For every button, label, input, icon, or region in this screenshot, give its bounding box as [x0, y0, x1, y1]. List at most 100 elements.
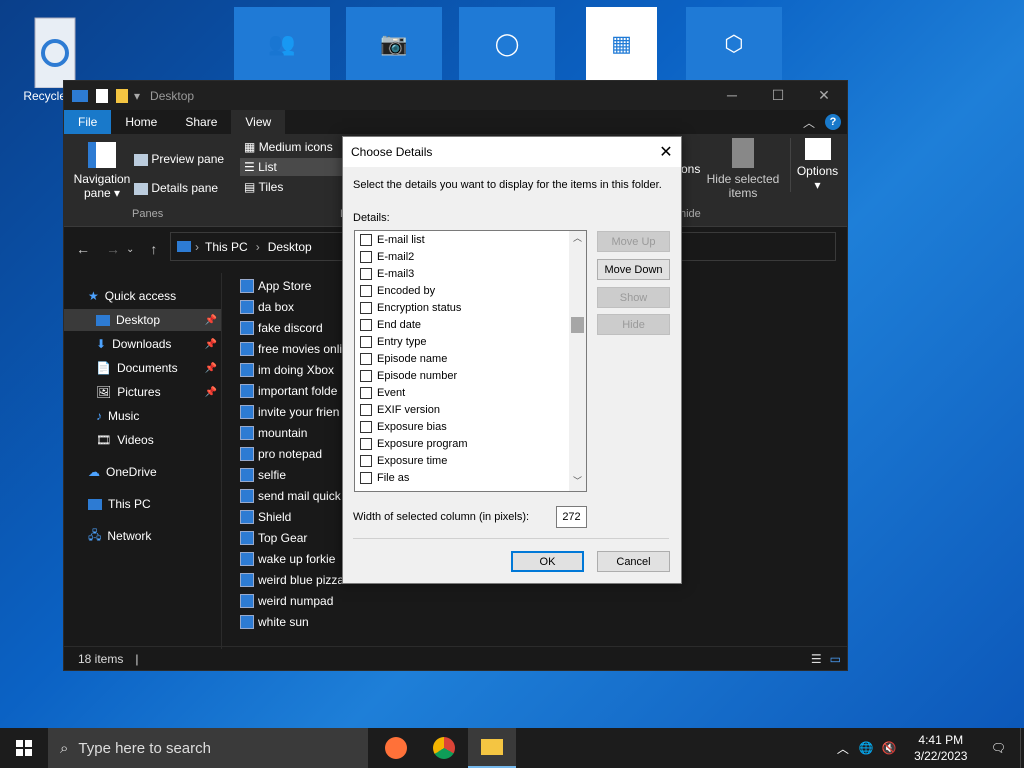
file-explorer-taskbar-button[interactable]	[468, 728, 516, 768]
show-button[interactable]: Show	[597, 287, 670, 308]
calculator-tile[interactable]: ▦	[586, 7, 657, 81]
hide-selected-items-button[interactable]: Hide selected items	[706, 138, 780, 200]
file-item[interactable]: im doing Xbox	[240, 359, 350, 380]
detail-item[interactable]: Encoded by	[355, 282, 586, 299]
volume-muted-icon[interactable]: 🔇	[878, 741, 901, 755]
pin-icon[interactable]: 📌	[205, 315, 217, 326]
detail-item[interactable]: Exposure time	[355, 452, 586, 469]
detail-checkbox[interactable]	[360, 403, 372, 416]
pin-icon[interactable]: 📌	[205, 387, 217, 398]
detail-item[interactable]: Exposure program	[355, 435, 586, 452]
qat-dropdown-icon[interactable]: ▾	[134, 89, 140, 103]
camera-tile[interactable]: 📷	[346, 7, 442, 81]
forward-arrow-icon[interactable]: →	[106, 241, 120, 257]
network-globe-icon[interactable]: 🌐	[855, 741, 878, 755]
detail-checkbox[interactable]	[360, 386, 372, 399]
file-item[interactable]: selfie	[240, 464, 350, 485]
details-scrollbar[interactable]: ︿ ﹀	[569, 231, 586, 491]
detail-checkbox[interactable]	[360, 352, 372, 365]
move-up-button[interactable]: Move Up	[597, 231, 670, 252]
detail-item[interactable]: Encryption status	[355, 299, 586, 316]
nav-pictures[interactable]: 🖼 Pictures 📌	[96, 381, 221, 403]
collapse-ribbon-icon[interactable]: ︿	[803, 114, 815, 131]
detail-checkbox[interactable]	[360, 250, 372, 263]
detail-checkbox[interactable]	[360, 267, 372, 280]
nav-desktop[interactable]: Desktop 📌	[64, 309, 221, 331]
cancel-button[interactable]: Cancel	[597, 551, 670, 572]
detail-item[interactable]: Exposure bias	[355, 418, 586, 435]
file-item[interactable]: mountain	[240, 422, 350, 443]
nav-music[interactable]: ♪ Music	[96, 405, 139, 427]
up-arrow-icon[interactable]: ↑	[150, 241, 157, 257]
nav-network[interactable]: 🖧 Network	[88, 525, 151, 547]
medium-icons-button[interactable]: ▦ Medium icons	[240, 138, 344, 156]
detail-item[interactable]: Episode name	[355, 350, 586, 367]
nav-downloads[interactable]: ⬇ Downloads 📌	[96, 333, 221, 355]
tab-file[interactable]: File	[64, 110, 112, 134]
help-icon[interactable]: ?	[825, 114, 841, 130]
nav-videos[interactable]: 🎞 Videos	[96, 429, 154, 451]
maximize-button[interactable]: ☐	[755, 87, 801, 104]
hide-button[interactable]: Hide	[597, 314, 670, 335]
file-item[interactable]: da box	[240, 296, 350, 317]
breadcrumb-this-pc[interactable]: This PC	[205, 240, 248, 254]
navigation-pane-button[interactable]: Navigation pane ▾	[72, 142, 132, 200]
file-item[interactable]: App Store	[240, 275, 350, 296]
detail-checkbox[interactable]	[360, 318, 372, 331]
options-button[interactable]: Options ▾	[790, 138, 840, 192]
file-item[interactable]: weird numpad	[240, 590, 350, 611]
detail-item[interactable]: Entry type	[355, 333, 586, 350]
details-listbox[interactable]: E-mail list E-mail2 E-mail3 Encoded by Encry…	[354, 230, 587, 492]
detail-checkbox[interactable]	[360, 301, 372, 314]
pin-icon[interactable]: 📌	[205, 339, 217, 350]
close-button[interactable]: ✕	[801, 87, 847, 104]
tab-view[interactable]: View	[231, 110, 286, 134]
show-hidden-icons-icon[interactable]: ︿	[831, 740, 855, 757]
detail-item[interactable]: E-mail3	[355, 265, 586, 282]
detail-item[interactable]: Event	[355, 384, 586, 401]
file-item[interactable]: white sun	[240, 611, 350, 632]
clock[interactable]: 4:41 PM 3/22/2023	[901, 732, 981, 764]
start-button[interactable]	[0, 728, 48, 768]
file-item[interactable]: wake up forkie	[240, 548, 350, 569]
breadcrumb-chevron-icon[interactable]: ›	[195, 240, 199, 254]
back-arrow-icon[interactable]: ←	[76, 241, 90, 257]
breadcrumb-desktop[interactable]: Desktop	[268, 240, 312, 254]
file-item[interactable]: pro notepad	[240, 443, 350, 464]
detail-checkbox[interactable]	[360, 335, 372, 348]
ok-button[interactable]: OK	[511, 551, 584, 572]
chrome-taskbar-button[interactable]	[420, 728, 468, 768]
nav-this-pc[interactable]: This PC	[88, 493, 151, 515]
people-tile[interactable]: 👥	[234, 7, 330, 81]
file-item[interactable]: fake discord	[240, 317, 350, 338]
column-width-input[interactable]: 272	[556, 506, 587, 528]
detail-item[interactable]: E-mail list	[355, 231, 586, 248]
list-button[interactable]: ☰ List	[240, 158, 344, 176]
detail-item[interactable]: End date	[355, 316, 586, 333]
taskbar-search-box[interactable]: ⌕ Type here to search	[48, 728, 368, 768]
pin-icon[interactable]: 📌	[205, 363, 217, 374]
file-item[interactable]: send mail quick	[240, 485, 350, 506]
details-pane-button[interactable]: Details pane	[134, 181, 218, 195]
nav-quick-access[interactable]: ★ Quick access	[88, 285, 176, 307]
file-item[interactable]: Shield	[240, 506, 350, 527]
detail-checkbox[interactable]	[360, 369, 372, 382]
breadcrumb-chevron-icon[interactable]: ›	[256, 240, 260, 254]
file-item[interactable]: weird blue pizza	[240, 569, 350, 590]
detail-item[interactable]: File as	[355, 469, 586, 486]
checkbox-icon[interactable]	[96, 88, 108, 103]
detail-checkbox[interactable]	[360, 233, 372, 246]
preview-pane-button[interactable]: Preview pane	[134, 152, 224, 166]
dialog-close-icon[interactable]: ✕	[651, 142, 681, 162]
firefox-taskbar-button[interactable]	[372, 728, 420, 768]
detail-checkbox[interactable]	[360, 284, 372, 297]
details-view-icon[interactable]: ☰	[811, 652, 822, 666]
detail-item[interactable]: E-mail2	[355, 248, 586, 265]
scroll-up-icon[interactable]: ︿	[569, 231, 586, 248]
detail-checkbox[interactable]	[360, 454, 372, 467]
file-item[interactable]: important folde	[240, 380, 350, 401]
tiles-button[interactable]: ▤ Tiles	[240, 178, 344, 196]
detail-checkbox[interactable]	[360, 420, 372, 433]
large-icons-view-icon[interactable]: ▭	[830, 652, 841, 666]
file-item[interactable]: Top Gear	[240, 527, 350, 548]
